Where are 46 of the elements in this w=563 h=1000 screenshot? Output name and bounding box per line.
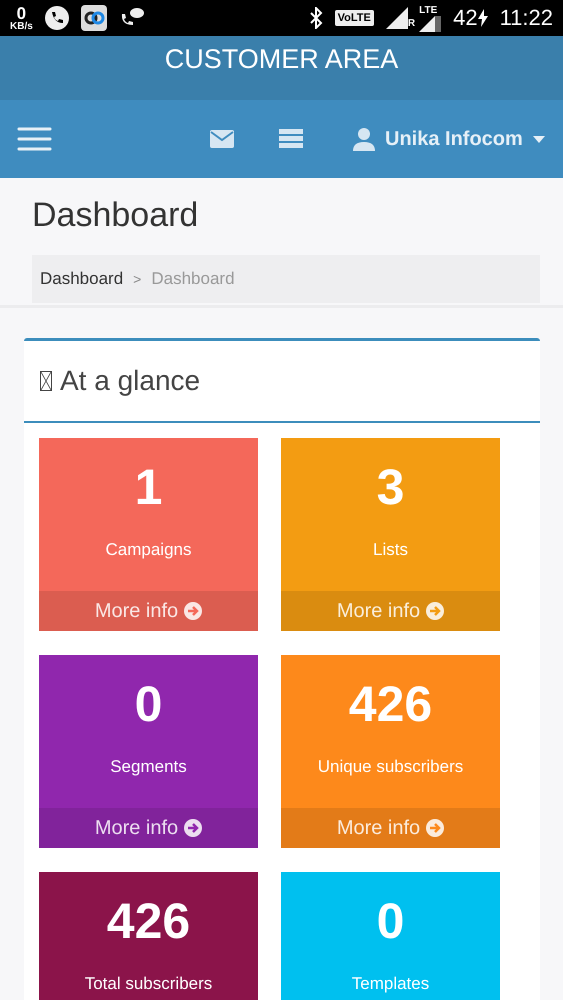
signal-icon	[386, 7, 408, 29]
mail-icon[interactable]	[210, 130, 234, 148]
app-title: CUSTOMER AREA	[164, 44, 398, 76]
panel-title: At a glance	[60, 365, 200, 397]
stat-value: 426	[106, 892, 190, 950]
stat-label: Unique subscribers	[318, 757, 464, 777]
network-label: LTE	[419, 4, 438, 16]
speed-value: 0	[16, 4, 26, 22]
missing-glyph-icon	[40, 371, 52, 391]
caret-icon	[532, 136, 545, 142]
bluetooth-icon	[308, 7, 323, 29]
user-icon	[353, 127, 375, 151]
arrow-circle-icon	[184, 819, 202, 837]
charging-icon	[478, 9, 488, 27]
menu-icon[interactable]	[17, 127, 52, 151]
phone-icon	[44, 6, 69, 30]
more-info-link[interactable]: More info	[39, 591, 258, 631]
stat-label: Total subscribers	[84, 974, 212, 994]
more-info-link[interactable]: More info	[281, 808, 500, 848]
stat-label: Segments	[110, 757, 187, 777]
signal-icon	[419, 16, 442, 32]
breadcrumb-link[interactable]: Dashboard	[40, 269, 124, 289]
stat-value: 0	[134, 675, 162, 733]
stat-value: 1	[134, 458, 162, 516]
arrow-circle-icon	[426, 819, 444, 837]
clock: 11:22	[500, 5, 553, 31]
more-info-link[interactable]: More info	[281, 591, 500, 631]
page-title: Dashboard	[32, 196, 200, 235]
stat-value: 0	[376, 892, 404, 950]
stat-label: Lists	[373, 540, 408, 560]
stat-label: Templates	[352, 974, 430, 994]
volte-badge: VoLTE	[334, 10, 374, 26]
stat-value: 426	[348, 675, 432, 733]
battery-level: 42	[453, 5, 478, 31]
speed-unit: KB/s	[10, 22, 33, 32]
roaming-label: R	[408, 18, 416, 29]
breadcrumb-separator: >	[133, 271, 142, 287]
stat-label: Campaigns	[106, 540, 192, 560]
arrow-circle-icon	[184, 602, 202, 620]
user-menu[interactable]: Unika Infocom	[353, 127, 545, 151]
server-icon[interactable]	[279, 129, 303, 149]
stat-value: 3	[376, 458, 404, 516]
more-info-link[interactable]: More info	[39, 808, 258, 848]
app-icon	[80, 5, 107, 31]
breadcrumb-link[interactable]: Dashboard	[151, 269, 235, 289]
arrow-circle-icon	[426, 602, 444, 620]
